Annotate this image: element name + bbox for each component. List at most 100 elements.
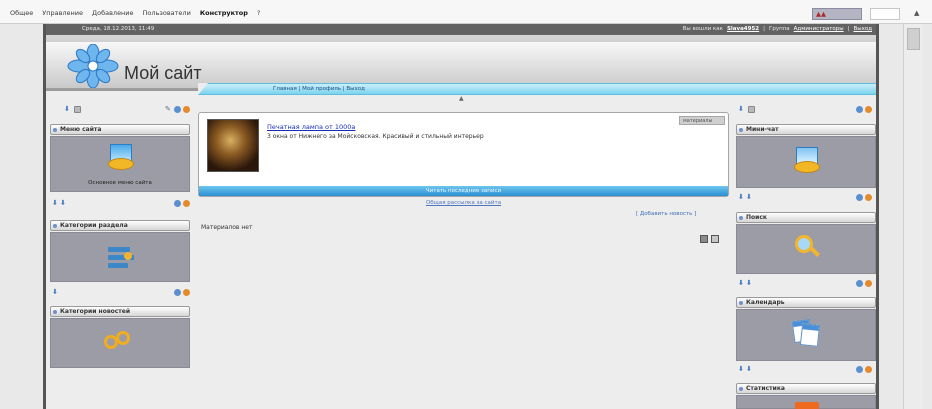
panel-badge[interactable] — [870, 8, 900, 20]
entry-footer-bar[interactable]: Читать последние записи — [199, 186, 728, 196]
mini-chat-icon — [792, 147, 822, 175]
page-scrollbar[interactable] — [903, 24, 923, 409]
move-down-icon[interactable]: ⬇ — [746, 366, 752, 373]
calendar-icon — [791, 318, 821, 348]
block-site-menu: Основное меню сайта — [50, 136, 190, 192]
move-down-icon[interactable]: ⬇ — [738, 366, 744, 373]
flower-logo-icon — [67, 44, 119, 88]
move-down-icon[interactable]: ⬇ — [738, 194, 744, 201]
block-tools: ⬇ ⬇ — [736, 366, 876, 376]
move-down-icon[interactable]: ⬇ — [746, 194, 752, 201]
block-delete-icon[interactable] — [865, 194, 872, 201]
block-config-icon[interactable] — [856, 366, 863, 373]
block-delete-icon[interactable] — [865, 280, 872, 287]
move-down-icon[interactable]: ⬇ — [52, 289, 58, 296]
entry-tag[interactable]: материалы — [679, 116, 725, 125]
admin-menu-bar: Общее Управление Добавление Пользователи… — [0, 0, 932, 24]
admin-menu: Общее Управление Добавление Пользователи… — [10, 9, 260, 17]
block-title-site-menu[interactable]: Меню сайта — [50, 124, 190, 135]
news-categories-icon — [104, 331, 134, 355]
entry-thumbnail[interactable] — [207, 119, 259, 172]
group-link[interactable]: Администраторы — [794, 26, 844, 32]
block-tools: ⬇ ⬇ — [736, 194, 876, 204]
menu-item-general[interactable]: Общее — [10, 9, 33, 17]
edit-icon[interactable]: ✎ — [165, 106, 171, 113]
entry-title-link[interactable]: Печатная лампа от 1000а — [267, 123, 355, 131]
nav-toggle-icon[interactable]: ▲ — [459, 95, 464, 102]
separator: | — [847, 26, 850, 32]
block-settings-icon[interactable] — [748, 106, 755, 113]
block-config-icon[interactable] — [174, 289, 181, 296]
block-config-icon[interactable] — [174, 200, 181, 207]
move-down-icon[interactable]: ⬇ — [60, 200, 66, 207]
entry-description: 3 окна от Нижнего за Мойсковская. Красив… — [267, 133, 484, 140]
block-config-icon[interactable] — [856, 194, 863, 201]
menu-item-help[interactable]: ? — [257, 9, 260, 17]
config-icon[interactable] — [711, 235, 719, 243]
group-label: Группа — [768, 26, 790, 32]
block-section-categories — [50, 232, 190, 282]
separator: | — [763, 26, 765, 32]
block-delete-icon[interactable] — [865, 106, 872, 113]
block-tools: ⬇ — [736, 106, 876, 116]
block-title-news-categories[interactable]: Категории новостей — [50, 306, 190, 317]
scrollbar-thumb[interactable] — [907, 28, 920, 50]
move-down-icon[interactable]: ⬇ — [738, 106, 744, 113]
all-entries-link[interactable]: Общая рассылка за сайта — [198, 200, 729, 206]
move-down-icon[interactable]: ⬇ — [738, 280, 744, 287]
menu-item-management[interactable]: Управление — [42, 9, 83, 17]
user-info: Вы вошли как Slava4952 | Группа Админист… — [683, 26, 872, 32]
nav-wedge — [198, 83, 208, 95]
username-link[interactable]: Slava4952 — [727, 26, 759, 32]
menu-item-add[interactable]: Добавление — [92, 9, 134, 17]
content-tools — [700, 235, 722, 243]
block-search — [736, 224, 876, 274]
main-nav: Главная | Мой профиль | Выход — [198, 83, 876, 95]
user-bar: Среда, 18.12.2013, 11:49 Вы вошли как Sl… — [46, 24, 876, 35]
move-down-icon[interactable]: ⬇ — [64, 106, 70, 113]
site-title[interactable]: Мой сайт — [124, 63, 202, 84]
ucoz-logo[interactable]: ▲▲ — [812, 8, 862, 20]
statistics-icon — [795, 402, 819, 409]
block-settings-icon[interactable] — [74, 106, 81, 113]
add-icon[interactable] — [700, 235, 708, 243]
block-tools: ⬇ ⬇ — [50, 200, 190, 210]
move-down-icon[interactable]: ⬇ — [52, 200, 58, 207]
block-delete-icon[interactable] — [865, 366, 872, 373]
block-config-icon[interactable] — [174, 106, 181, 113]
content-panel: Печатная лампа от 1000а 3 окна от Нижнег… — [198, 112, 729, 197]
move-down-icon[interactable]: ⬇ — [746, 280, 752, 287]
block-title-calendar[interactable]: Календарь — [736, 297, 876, 308]
greeting-label: Вы вошли как — [682, 26, 723, 32]
block-title-section-categories[interactable]: Категории раздела — [50, 220, 190, 231]
scroll-up-icon[interactable]: ▲ — [914, 9, 919, 17]
block-statistics — [736, 395, 876, 409]
add-news-link[interactable]: [ Добавить новость ] — [636, 211, 696, 217]
block-mini-chat — [736, 136, 876, 188]
current-date: Среда, 18.12.2013, 11:49 — [82, 26, 155, 32]
menu-item-constructor[interactable]: Конструктор — [200, 9, 248, 17]
block-tools: ⬇ ✎ — [64, 106, 190, 116]
logout-link[interactable]: Выход — [853, 26, 872, 32]
site-menu-link[interactable]: Основное меню сайта — [51, 180, 189, 186]
block-news-categories — [50, 318, 190, 368]
search-icon — [791, 233, 821, 261]
block-tools: ⬇ — [50, 289, 190, 299]
header-band: Мой сайт — [46, 42, 876, 88]
block-calendar — [736, 309, 876, 361]
block-tools: ⬇ ⬇ — [736, 280, 876, 290]
block-title-statistics[interactable]: Статистика — [736, 383, 876, 394]
site-frame: Среда, 18.12.2013, 11:49 Вы вошли как Sl… — [43, 24, 879, 409]
site-menu-icon — [106, 144, 136, 172]
menu-item-users[interactable]: Пользователи — [143, 9, 191, 17]
block-delete-icon[interactable] — [183, 200, 190, 207]
no-materials-text: Материалов нет — [201, 224, 253, 231]
block-config-icon[interactable] — [856, 280, 863, 287]
block-title-mini-chat[interactable]: Мини-чат — [736, 124, 876, 135]
block-delete-icon[interactable] — [183, 106, 190, 113]
ucoz-logo-icon: ▲▲ — [816, 10, 826, 18]
block-title-search[interactable]: Поиск — [736, 212, 876, 223]
block-config-icon[interactable] — [856, 106, 863, 113]
nav-links[interactable]: Главная | Мой профиль | Выход — [273, 86, 365, 92]
block-delete-icon[interactable] — [183, 289, 190, 296]
